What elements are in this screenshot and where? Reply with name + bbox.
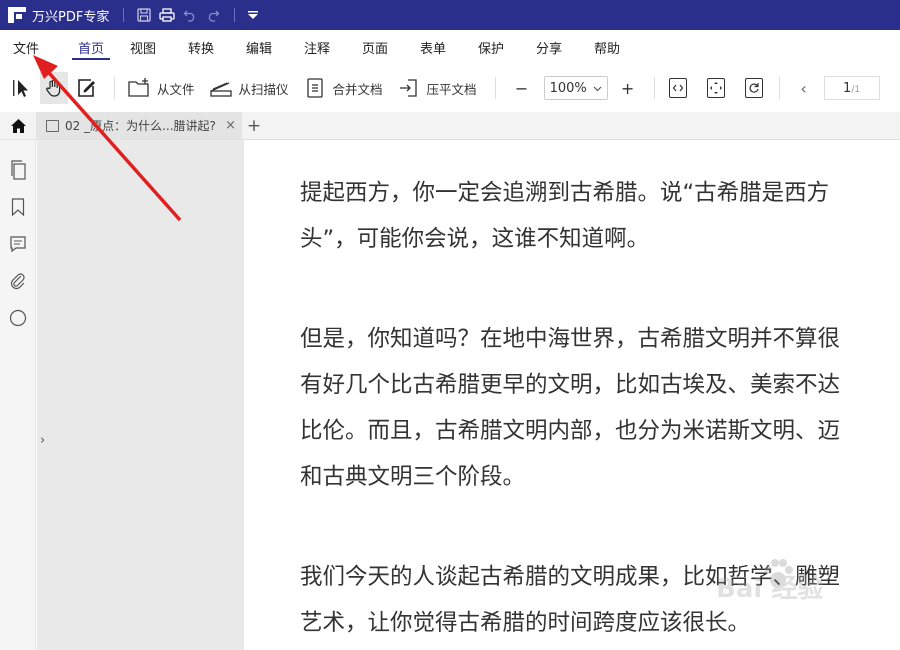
text-line: 比伦。而且，古希腊文明内部，也分为米诺斯文明、迈	[300, 418, 841, 444]
side-panel	[37, 140, 244, 650]
comments-icon[interactable]	[8, 234, 28, 254]
rotate-page-icon[interactable]	[744, 78, 763, 98]
menu-comment[interactable]: 注释	[288, 30, 346, 64]
left-sidebar	[0, 140, 36, 650]
zoom-value: 100%	[549, 80, 587, 96]
bookmark-icon[interactable]	[8, 197, 28, 217]
redo-icon[interactable]	[203, 5, 223, 25]
toolbar-divider-2	[494, 77, 496, 99]
zoom-in-button[interactable]: +	[616, 72, 640, 104]
menu-bar: 文件 首页 视图 转换 编辑 注释 页面 表单 保护 分享 帮助	[0, 30, 900, 64]
toolbar-divider-4	[778, 77, 780, 99]
paw-icon	[764, 559, 793, 588]
menu-form[interactable]: 表单	[404, 30, 462, 64]
menu-view[interactable]: 视图	[114, 30, 172, 64]
merge-document-icon	[303, 76, 327, 100]
title-divider-2	[234, 8, 236, 22]
menu-file[interactable]: 文件	[0, 30, 52, 64]
text-line: 和古典文明三个阶段。	[300, 464, 526, 490]
text-line: 提起西方，你一定会追溯到古希腊。说“古希腊是西方	[300, 180, 830, 206]
menu-help[interactable]: 帮助	[578, 30, 636, 64]
fit-page-icon[interactable]	[706, 78, 725, 98]
menu-protect[interactable]: 保护	[462, 30, 520, 64]
from-scanner-button[interactable]: 从扫描仪	[209, 72, 289, 104]
title-divider	[123, 8, 125, 22]
search-icon[interactable]	[8, 308, 28, 328]
edit-tool-button[interactable]	[74, 72, 98, 104]
pdf-file-icon	[46, 119, 59, 132]
chevron-down-icon	[593, 81, 602, 96]
menu-edit[interactable]: 编辑	[230, 30, 288, 64]
edit-pen-icon	[74, 76, 98, 100]
app-logo-icon	[8, 7, 26, 23]
title-bar: 万兴PDF专家	[0, 0, 900, 30]
new-tab-button[interactable]: +	[242, 112, 266, 140]
customize-dropdown-icon[interactable]	[243, 5, 263, 25]
select-tool-button[interactable]	[10, 72, 34, 104]
zoom-out-button[interactable]: −	[510, 72, 534, 104]
document-tab-title: 02 _原点：为什么...腊讲起?	[65, 119, 216, 133]
save-icon[interactable]	[134, 5, 154, 25]
text-line: 头”，可能你会说，这谁不知道啊。	[300, 226, 650, 252]
home-icon[interactable]	[0, 112, 36, 140]
toolbar-divider-3	[653, 77, 655, 99]
paragraph-2: 但是，你知道吗？在地中海世界，古希腊文明并不算很 有好几个比古希腊更早的文明，比…	[300, 316, 840, 500]
zoom-select[interactable]: 100%	[543, 76, 608, 100]
document-tab[interactable]: 02 _原点：为什么...腊讲起? ×	[36, 111, 242, 140]
merge-docs-button[interactable]: 合并文档	[303, 72, 383, 104]
attachment-icon[interactable]	[8, 271, 28, 291]
close-tab-icon[interactable]: ×	[225, 118, 236, 133]
text-line: 有好几个比古希腊更早的文明，比如古埃及、美索不达	[300, 372, 841, 398]
print-icon[interactable]	[157, 5, 177, 25]
menu-convert[interactable]: 转换	[172, 30, 230, 64]
hand-tool-button[interactable]	[40, 72, 68, 104]
hand-icon	[42, 76, 66, 100]
document-tab-strip: 02 _原点：为什么...腊讲起? × +	[0, 111, 900, 140]
app-title: 万兴PDF专家	[32, 9, 110, 25]
toolbar-divider	[114, 77, 115, 99]
panel-expand-icon[interactable]: ›	[40, 433, 45, 448]
undo-icon[interactable]	[180, 5, 200, 25]
flatten-docs-button[interactable]: 压平文档	[397, 72, 477, 104]
page-number-input[interactable]: 1 /1	[823, 76, 880, 100]
menu-share[interactable]: 分享	[520, 30, 578, 64]
ribbon-toolbar: 从文件 从扫描仪 合并文档 压平文档 − 100% + ‹ 1 /1	[0, 64, 900, 112]
total-pages: /1	[851, 85, 861, 95]
folder-plus-icon	[127, 76, 151, 100]
thumbnails-icon[interactable]	[8, 160, 28, 180]
scanner-icon	[209, 76, 233, 100]
prev-page-button[interactable]: ‹	[794, 72, 814, 104]
fit-width-icon[interactable]	[668, 78, 687, 98]
menu-page[interactable]: 页面	[346, 30, 404, 64]
current-page: 1	[843, 80, 852, 96]
watermark: Bai 经验	[706, 552, 886, 612]
from-file-button[interactable]: 从文件	[127, 72, 195, 104]
menu-home[interactable]: 首页	[68, 30, 114, 64]
paragraph-1: 提起西方，你一定会追溯到古希腊。说“古希腊是西方 头”，可能你会说，这谁不知道啊…	[300, 170, 829, 262]
text-line: 但是，你知道吗？在地中海世界，古希腊文明并不算很	[300, 326, 841, 352]
flatten-document-icon	[397, 76, 421, 100]
select-cursor-icon	[10, 76, 34, 100]
